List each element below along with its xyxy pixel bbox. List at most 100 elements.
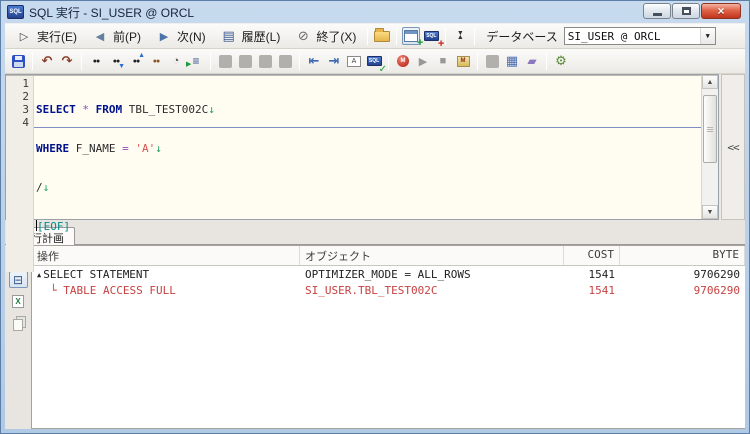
code-line: [EOF] (36, 220, 701, 233)
title-bar[interactable]: SQL SQL 実行 - SI_USER @ ORCL × (5, 1, 745, 23)
vertical-scrollbar[interactable]: ▲ ▼ (701, 75, 718, 219)
grid-icon: ▦ (506, 53, 518, 69)
collapse-side-panel-button[interactable]: << (721, 74, 745, 220)
separator (388, 53, 389, 70)
maximize-icon (682, 7, 691, 15)
disabled-icon (219, 55, 232, 68)
indent-icon: ⇥ (329, 53, 340, 69)
result-grid-button[interactable]: ▦ (503, 52, 521, 70)
object-text: SI_USER.TBL_TEST002C (300, 282, 564, 298)
save-icon (12, 55, 25, 68)
history-label: 履歴(L) (242, 28, 281, 45)
sql-execution-window: SQL SQL 実行 - SI_USER @ ORCL × ▷ 実行(E) ◀ … (0, 0, 750, 434)
redo-icon: ↷ (62, 53, 73, 69)
save-button[interactable] (9, 52, 27, 70)
macro-manage-button[interactable]: M (454, 52, 472, 70)
export-excel-button[interactable]: X (9, 293, 28, 310)
quit-label: 終了(X) (316, 28, 356, 45)
main-toolbar: ▷ 実行(E) ◀ 前(P) ▶ 次(N) ▤ 履歴(L) ⊘ 終了(X) + … (5, 23, 745, 49)
scroll-down-button[interactable]: ▼ (702, 205, 718, 219)
code-line: SELECT * FROM TBL_TEST002C↓ (36, 103, 701, 116)
macro-stop-icon: ■ (440, 55, 447, 67)
minimize-icon (653, 13, 662, 16)
execute-label: 実行(E) (37, 28, 77, 45)
redo-button[interactable]: ↷ (58, 52, 76, 70)
format-sql-button[interactable]: SQL ✓ (365, 52, 383, 70)
plan-row[interactable]: └ TABLE ACCESS FULL SI_USER.TBL_TEST002C… (32, 282, 745, 298)
separator (477, 53, 478, 70)
macro-play-button: ▶ (414, 52, 432, 70)
line-number: 3 (6, 103, 29, 116)
report-button[interactable]: ▰ (523, 52, 541, 70)
macro-record-button[interactable]: M (394, 52, 412, 70)
next-button[interactable]: ▶ 次(N) (149, 25, 212, 47)
separator (396, 28, 397, 45)
minimize-button[interactable] (643, 3, 671, 19)
database-value: SI_USER @ ORCL (568, 30, 661, 43)
plan-tree-view-button[interactable]: ⊟ (9, 271, 28, 288)
macro-stop-button: ■ (434, 52, 452, 70)
indent-button[interactable]: ⇥ (325, 52, 343, 70)
check-icon: ✓ (379, 64, 387, 75)
undo-button[interactable]: ↶ (38, 52, 56, 70)
history-icon: ▤ (220, 27, 238, 45)
previous-label: 前(P) (113, 28, 141, 45)
add-sql-button[interactable]: SQL + (422, 27, 440, 45)
fit-panes-icon: ▼▲ (457, 32, 464, 40)
separator (546, 53, 547, 70)
plan-table: 操作 オブジェクト COST BYTE ▲SELECT STATEMENT OP… (31, 245, 745, 429)
scroll-up-button[interactable]: ▲ (702, 75, 718, 89)
separator (299, 53, 300, 70)
outdent-button[interactable]: ⇤ (305, 52, 323, 70)
collapse-results-button[interactable]: ▼▲ (451, 27, 469, 45)
find-option-button[interactable]: ◔ (167, 52, 185, 70)
close-button[interactable]: × (701, 3, 741, 19)
execute-icon: ▷ (15, 27, 33, 45)
arrow-up-icon: ▲ (138, 52, 145, 59)
plus-icon: + (438, 38, 444, 50)
outdent-icon: ⇤ (309, 53, 320, 69)
options-button[interactable]: ⚙ (552, 52, 570, 70)
undo-icon: ↶ (42, 53, 53, 69)
goto-line-button[interactable]: ≡▶ (187, 52, 205, 70)
tree-expander-icon[interactable]: ▲ (37, 271, 41, 279)
plan-toolbar: ▦ ⊟ X (5, 245, 31, 429)
sql-editor-region: 0 10 20 30 40 50 60 70 80 90 1 2 3 (5, 74, 745, 220)
separator (367, 28, 368, 45)
database-label: データベース (486, 28, 557, 45)
find-button[interactable]: ●● (87, 52, 105, 70)
macro-manage-icon: M (457, 56, 470, 67)
code-line: /↓ (36, 181, 701, 194)
history-button[interactable]: ▤ 履歴(L) (214, 25, 287, 47)
execute-button[interactable]: ▷ 実行(E) (9, 25, 83, 47)
chevron-down-icon[interactable]: ▼ (700, 28, 715, 44)
separator (210, 53, 211, 70)
tree-branch-icon: └ (50, 284, 57, 297)
scrollbar-thumb[interactable] (703, 95, 717, 163)
execution-plan-panel: ▦ ⊟ X 操作 オブジェクト COST BYTE ▲SELECT STATEM… (5, 245, 745, 429)
special-char-button[interactable]: A (345, 52, 363, 70)
database-select[interactable]: SI_USER @ ORCL ▼ (564, 27, 716, 45)
sql-editor: 0 10 20 30 40 50 60 70 80 90 1 2 3 (5, 74, 719, 220)
previous-button[interactable]: ◀ 前(P) (85, 25, 147, 47)
open-file-button[interactable] (373, 27, 391, 45)
gear-icon: ⚙ (555, 53, 567, 69)
copy-button[interactable] (9, 315, 28, 332)
arrow-right-icon: ▶ (186, 60, 191, 68)
quit-button[interactable]: ⊘ 終了(X) (288, 25, 362, 47)
disabled-button (216, 52, 234, 70)
previous-icon: ◀ (91, 27, 109, 45)
replace-button[interactable]: ●● (147, 52, 165, 70)
next-icon: ▶ (155, 27, 173, 45)
macro-play-icon: ▶ (419, 55, 427, 68)
close-icon: × (717, 4, 724, 18)
excel-icon: X (12, 295, 24, 308)
binoculars-icon: ●● (153, 58, 159, 65)
find-next-button[interactable]: ●●▼ (107, 52, 125, 70)
new-sql-window-button[interactable]: + (402, 27, 420, 45)
chevron-left-icon: << (727, 141, 738, 154)
maximize-button[interactable] (672, 3, 700, 19)
code-area[interactable]: SELECT * FROM TBL_TEST002C↓ WHERE F_NAME… (34, 76, 701, 272)
find-previous-button[interactable]: ●●▲ (127, 52, 145, 70)
disabled-icon (259, 55, 272, 68)
